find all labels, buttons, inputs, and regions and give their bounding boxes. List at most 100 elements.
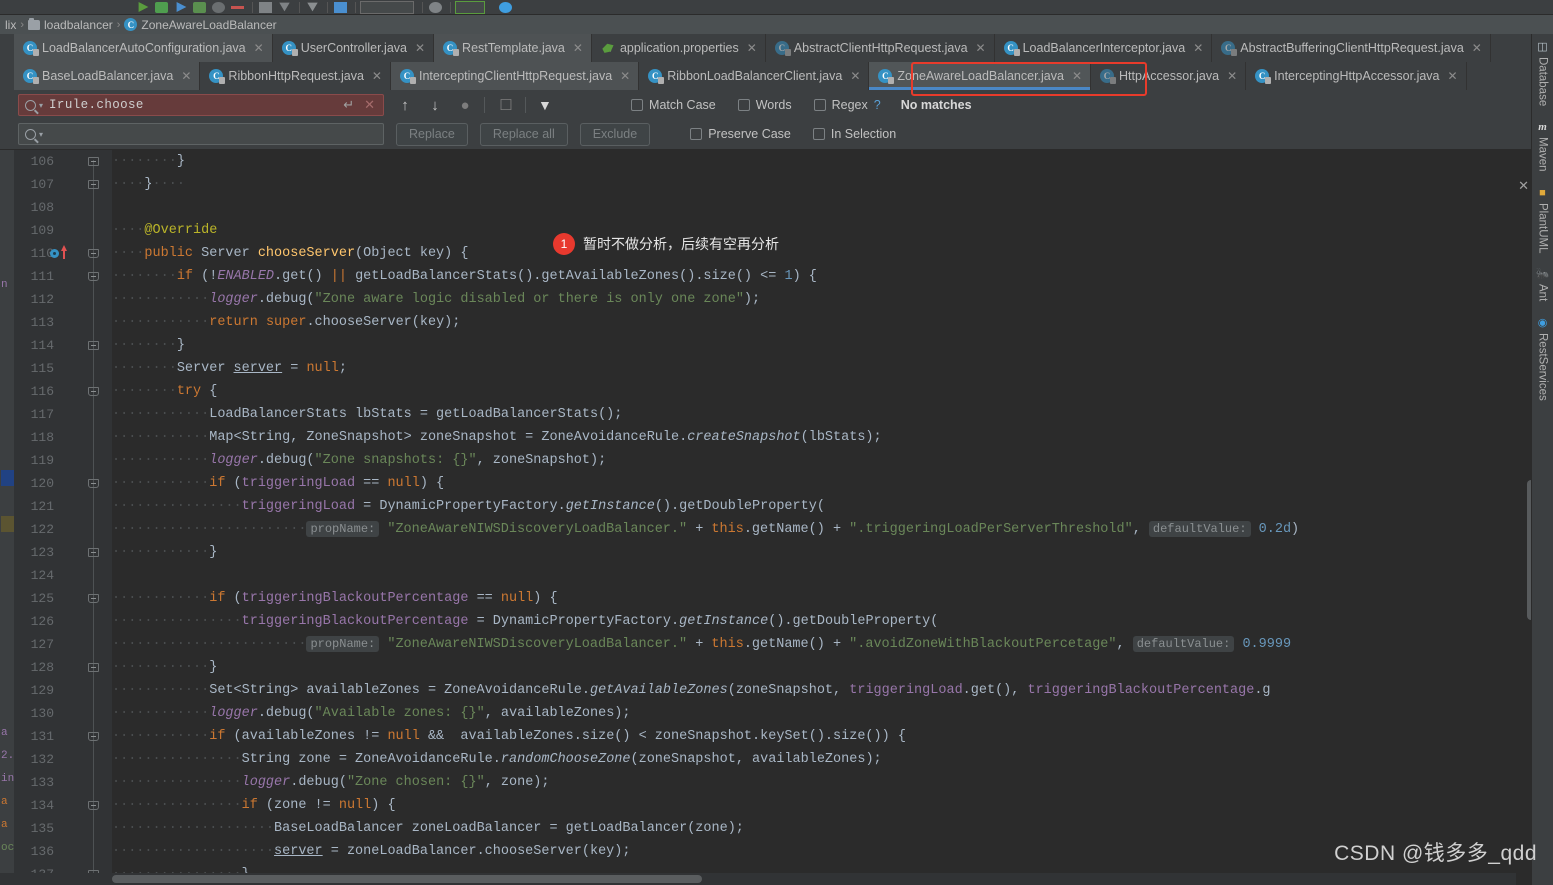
- close-icon[interactable]: ✕: [1227, 69, 1237, 83]
- fold-marker[interactable]: [88, 732, 99, 741]
- breakpoints-icon[interactable]: [334, 1, 347, 13]
- stop-icon[interactable]: [231, 5, 244, 9]
- replace-button[interactable]: Replace: [396, 122, 468, 146]
- chevron-down-icon[interactable]: ▾: [39, 130, 43, 139]
- gutter-marker-line-110[interactable]: [0, 242, 112, 265]
- multiline-toggle-icon[interactable]: ↵: [341, 97, 356, 113]
- fold-marker[interactable]: [88, 479, 99, 488]
- run-configuration-box[interactable]: [360, 0, 414, 14]
- fold-marker[interactable]: [88, 157, 99, 166]
- bookmark-icon[interactable]: [61, 245, 67, 259]
- tab-loadbalancerautoconfiguration[interactable]: LoadBalancerAutoConfiguration.java ✕: [14, 34, 273, 62]
- tool-window-plantuml[interactable]: ■ PlantUML: [1537, 184, 1549, 258]
- close-icon[interactable]: ✕: [620, 69, 630, 83]
- close-icon[interactable]: ✕: [850, 69, 860, 83]
- line-number: 133: [30, 775, 54, 790]
- close-find-panel-icon[interactable]: ✕: [1518, 178, 1529, 194]
- debug-icon[interactable]: [155, 1, 168, 13]
- code-editor[interactable]: 106 107 108 109 110 111 112 113 114 115 …: [0, 150, 1553, 885]
- breadcrumb-item-class[interactable]: C ZoneAwareLoadBalancer: [121, 18, 279, 32]
- tool-window-maven[interactable]: m Maven: [1537, 118, 1549, 176]
- editor-tab-row-1: LoadBalancerAutoConfiguration.java ✕ Use…: [0, 34, 1553, 62]
- fold-marker[interactable]: [88, 801, 99, 810]
- tab-interceptinghttpaccessor[interactable]: InterceptingHttpAccessor.java ✕: [1246, 62, 1467, 90]
- tab-ribbonhttprequest[interactable]: RibbonHttpRequest.java ✕: [200, 62, 391, 90]
- editor-gutter[interactable]: 106 107 108 109 110 111 112 113 114 115 …: [0, 150, 112, 885]
- run-icon[interactable]: [138, 2, 149, 12]
- checkbox-regex[interactable]: Regex: [813, 98, 868, 112]
- tab-abstractbufferingclienthttprequest[interactable]: AbstractBufferingClientHttpRequest.java …: [1212, 34, 1491, 62]
- step-over-icon[interactable]: [259, 1, 272, 13]
- fold-marker[interactable]: [88, 387, 99, 396]
- line-number: 130: [30, 706, 54, 721]
- tab-usercontroller[interactable]: UserController.java ✕: [272, 34, 435, 62]
- horizontal-scrollbar-thumb[interactable]: [112, 875, 702, 883]
- find-previous-icon[interactable]: ↑: [396, 97, 414, 114]
- close-icon[interactable]: ✕: [747, 41, 757, 55]
- fold-marker[interactable]: [88, 663, 99, 672]
- find-next-icon[interactable]: ↓: [426, 97, 444, 114]
- tab-ribbonloadbalancerclient[interactable]: RibbonLoadBalancerClient.java ✕: [639, 62, 870, 90]
- tab-label: BaseLoadBalancer.java: [42, 69, 174, 83]
- chevron-down-icon[interactable]: ▾: [39, 101, 43, 110]
- step-into-icon[interactable]: [279, 2, 290, 12]
- fold-marker[interactable]: [88, 180, 99, 189]
- tab-resttemplate[interactable]: RestTemplate.java ✕: [434, 34, 592, 62]
- rerun-icon[interactable]: [212, 1, 225, 13]
- tool-window-restservices[interactable]: ◉ RestServices: [1537, 314, 1549, 405]
- search-input[interactable]: ▾ Irule.choose ↵ ✕: [18, 94, 384, 116]
- replace-input[interactable]: ▾: [18, 123, 384, 145]
- fold-marker[interactable]: [88, 594, 99, 603]
- checkbox-in-selection[interactable]: In Selection: [812, 127, 896, 141]
- breadcrumb-label-2: ZoneAwareLoadBalancer: [141, 17, 277, 32]
- step-out-icon[interactable]: [307, 2, 318, 12]
- tab-abstractclienthttprequest[interactable]: AbstractClientHttpRequest.java ✕: [765, 34, 995, 62]
- replace-all-button[interactable]: Replace all: [479, 122, 568, 146]
- close-icon[interactable]: ✕: [254, 41, 264, 55]
- close-icon[interactable]: ✕: [1072, 69, 1082, 83]
- tab-zoneawareloadbalancer[interactable]: ZoneAwareLoadBalancer.java ✕: [869, 62, 1092, 90]
- close-icon[interactable]: ✕: [1472, 41, 1482, 55]
- tab-application-properties[interactable]: application.properties ✕: [591, 34, 766, 62]
- profile-icon[interactable]: [193, 1, 206, 13]
- toolbar-separator-2: [299, 1, 300, 13]
- exclude-button[interactable]: Exclude: [579, 122, 651, 146]
- tab-loadbalancerinterceptor[interactable]: LoadBalancerInterceptor.java ✕: [994, 34, 1213, 62]
- checkbox-match-case[interactable]: Match Case: [631, 98, 716, 112]
- close-icon[interactable]: ✕: [415, 41, 425, 55]
- properties-icon: [602, 43, 614, 53]
- clear-search-icon[interactable]: ✕: [362, 97, 377, 113]
- regex-help-icon[interactable]: ?: [874, 98, 881, 112]
- close-icon[interactable]: ✕: [1193, 41, 1203, 55]
- find-in-comments-icon[interactable]: ☐: [497, 96, 515, 114]
- breadcrumb: lix › loadbalancer › C ZoneAwareLoadBala…: [0, 15, 1553, 34]
- checkbox-words[interactable]: Words: [737, 98, 792, 112]
- tool-window-ant[interactable]: 🐜 Ant: [1536, 265, 1550, 305]
- fold-marker[interactable]: [88, 341, 99, 350]
- close-icon[interactable]: ✕: [1448, 69, 1458, 83]
- code-text-area[interactable]: ········} ····}···· ····@Override ····pu…: [112, 150, 1516, 885]
- update-project-icon[interactable]: [499, 1, 512, 13]
- filter-icon[interactable]: ▼: [538, 97, 553, 113]
- tab-baseloadbalancer[interactable]: BaseLoadBalancer.java ✕: [14, 62, 201, 90]
- replace-row: ▾ Replace Replace all Exclude Preserve C…: [0, 121, 1553, 147]
- fold-marker[interactable]: [88, 548, 99, 557]
- breadcrumb-item-loadbalancer[interactable]: loadbalancer: [25, 17, 116, 32]
- search-everywhere-icon[interactable]: [429, 1, 442, 13]
- override-method-icon[interactable]: [50, 249, 59, 258]
- tab-httpaccessor[interactable]: HttpAccessor.java ✕: [1091, 62, 1247, 90]
- tool-window-database[interactable]: ◫ Database: [1537, 38, 1549, 110]
- git-box[interactable]: [455, 0, 485, 14]
- close-icon[interactable]: ✕: [372, 69, 382, 83]
- fold-marker[interactable]: [88, 272, 99, 281]
- close-icon[interactable]: ✕: [976, 41, 986, 55]
- find-toolbar-separator-2: [525, 97, 526, 113]
- checkbox-preserve-case[interactable]: Preserve Case: [690, 127, 791, 141]
- tab-interceptingclienthttprequest[interactable]: InterceptingClientHttpRequest.java ✕: [390, 62, 640, 90]
- run-with-coverage-icon[interactable]: [176, 2, 187, 12]
- close-icon[interactable]: ✕: [573, 41, 583, 55]
- close-icon[interactable]: ✕: [181, 69, 191, 83]
- select-all-occurrences-icon[interactable]: ●: [456, 97, 474, 114]
- breadcrumb-item-root[interactable]: lix: [2, 18, 19, 32]
- annotation-number-badge: 1: [553, 233, 575, 255]
